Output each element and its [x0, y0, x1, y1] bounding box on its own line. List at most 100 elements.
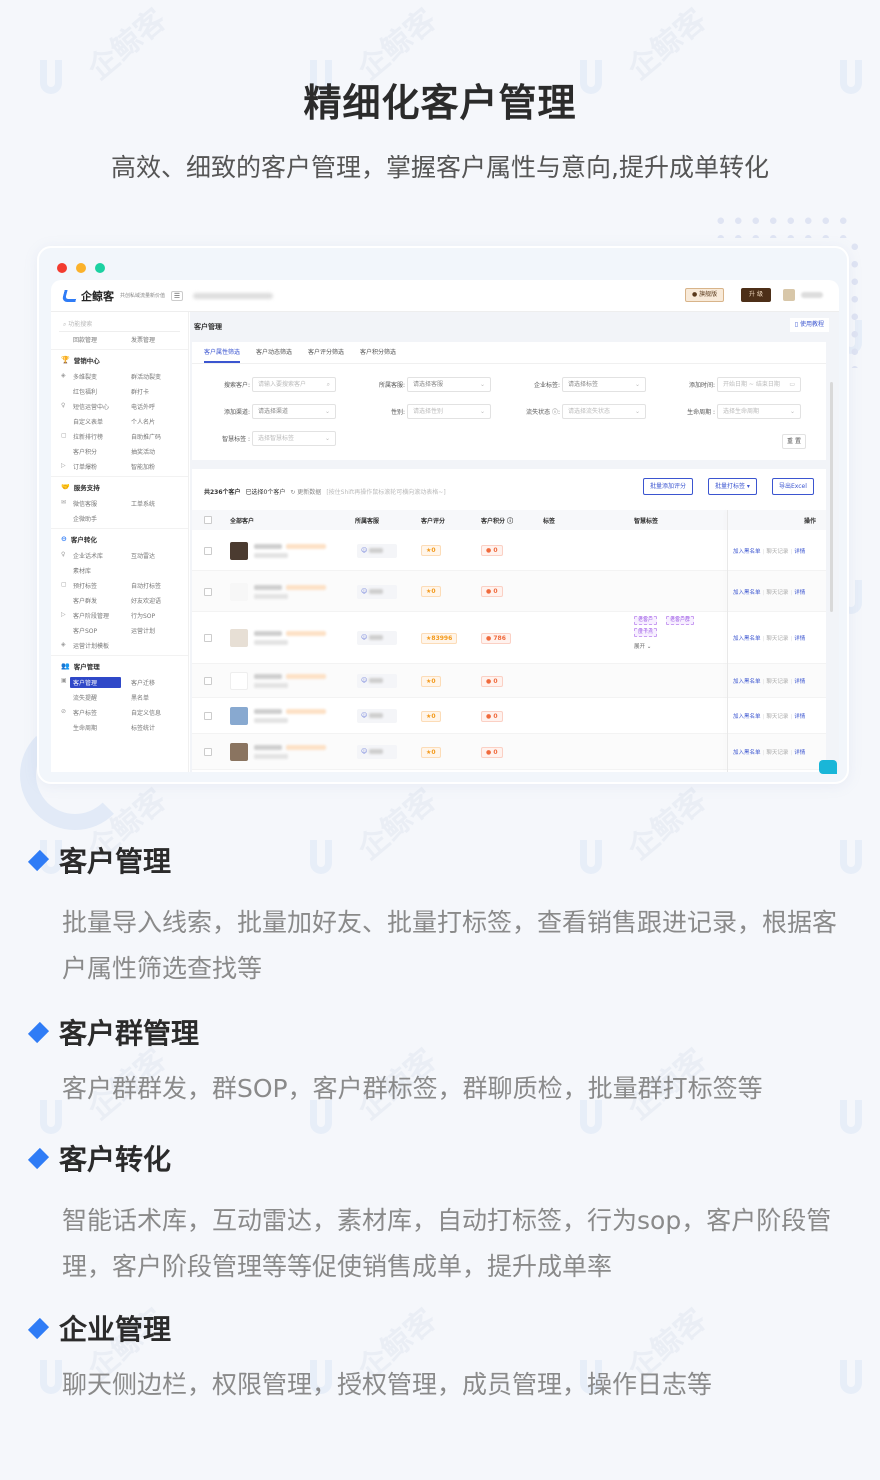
sidebar-item[interactable]: ▢ 拉新排行榜 — [51, 432, 121, 441]
add-blacklist-link[interactable]: 加入黑名单 — [733, 714, 761, 720]
user-avatar[interactable] — [783, 289, 795, 301]
sidebar-item[interactable]: 工单系统 — [121, 499, 181, 508]
window-maximize-dot[interactable] — [95, 263, 105, 273]
chat-record-link[interactable]: 聊天记录 — [766, 679, 788, 685]
customer-avatar[interactable] — [230, 672, 248, 690]
search-customer-input[interactable]: 请输入要搜索客户 ⌕ — [252, 377, 336, 392]
customer-name-blurred[interactable] — [254, 543, 282, 549]
table-row[interactable]: ☺ ★83996 ● 786 老客户 老客户群 度卡点 展开 ⌄ 加入黑名单 | 聊天记录 | 详情 — [192, 612, 826, 664]
sidebar-item[interactable]: 好友欢迎语 — [121, 596, 181, 605]
sidebar-item[interactable]: 客户SOP — [51, 626, 121, 635]
table-row[interactable]: ☺ ★0 ● 0 加入黑名单 | 聊天记录 | 详情 — [192, 734, 826, 770]
add-blacklist-link[interactable]: 加入黑名单 — [733, 679, 761, 685]
date-range-input[interactable]: 开始日期 ~ 结束日期 ▭ — [717, 377, 801, 392]
corp-tag-select[interactable]: 请选择标签 ⌄ — [562, 377, 646, 392]
lost-status-select[interactable]: 请选择流失状态 ⌄ — [562, 404, 646, 419]
sidebar-item[interactable]: 自定义信息 — [121, 708, 181, 717]
sidebar-item[interactable]: 生命周期 — [51, 723, 121, 732]
table-row[interactable]: ☺ ★0 ● 0 加入黑名单 | 聊天记录 | 详情 — [192, 698, 826, 734]
gender-select[interactable]: 请选择性别 ⌄ — [407, 404, 491, 419]
sidebar-item[interactable]: ✉ 微信客服 — [51, 499, 121, 508]
refresh-button[interactable]: ↻ 更新数据 — [290, 487, 321, 496]
sidebar-item[interactable]: 素材库 — [51, 566, 121, 575]
user-name-blurred[interactable] — [801, 292, 823, 298]
detail-link[interactable]: 详情 — [794, 549, 805, 555]
support-chat-icon[interactable] — [819, 760, 837, 774]
sidebar-item[interactable]: 自助推广码 — [121, 432, 181, 441]
tab-score-filter[interactable]: 客户评分筛选 — [308, 342, 344, 363]
row-checkbox[interactable] — [204, 677, 212, 685]
sidebar-item[interactable]: ▷ 客户阶段管理 — [51, 611, 121, 620]
window-minimize-dot[interactable] — [76, 263, 86, 273]
customer-name-blurred[interactable] — [254, 584, 282, 590]
row-checkbox[interactable] — [204, 546, 212, 555]
sidebar-item[interactable]: ▷ 订单爆粉 — [51, 462, 121, 471]
sidebar-item-active[interactable]: ▣ 客户管理 — [51, 677, 121, 688]
batch-score-button[interactable]: 批量添加评分 — [643, 478, 694, 495]
table-row[interactable]: ☺ ★0 ● 0 加入黑名单 | 聊天记录 | 详情 — [192, 664, 826, 698]
select-all-checkbox[interactable] — [204, 516, 212, 524]
sidebar-group-header[interactable]: 👥 客户管理 — [51, 655, 188, 675]
window-close-dot[interactable] — [57, 263, 67, 273]
reset-button[interactable]: 重 置 — [782, 434, 806, 449]
detail-link[interactable]: 详情 — [794, 636, 805, 642]
sidebar-item[interactable]: ⊘ 客户标签 — [51, 708, 121, 717]
sidebar-item[interactable]: 企微助手 — [51, 514, 121, 523]
sidebar-item[interactable]: 流失提醒 — [51, 693, 121, 702]
sidebar-group-header[interactable]: 🤝 服务支持 — [51, 476, 188, 496]
sidebar-item[interactable]: 客户迁移 — [121, 678, 181, 687]
col-owner[interactable]: 所属客服 — [355, 516, 379, 525]
row-checkbox[interactable] — [204, 748, 212, 756]
sidebar-item[interactable]: ♀ 企业话术库 — [51, 551, 121, 560]
row-checkbox[interactable] — [204, 712, 212, 720]
sidebar-group-header[interactable]: 🏆 营销中心 — [51, 349, 188, 369]
sidebar-item[interactable]: 电话外呼 — [121, 402, 181, 411]
customer-name-blurred[interactable] — [254, 631, 282, 636]
menu-toggle-icon[interactable]: ☰ — [171, 290, 184, 301]
sidebar-item[interactable]: 客户群发 — [51, 596, 121, 605]
sidebar-item[interactable]: ◈ 运营计划模板 — [51, 641, 121, 650]
sidebar-item[interactable]: 群打卡 — [121, 387, 181, 396]
expand-tags-button[interactable]: 展开 ⌄ — [634, 642, 651, 650]
add-blacklist-link[interactable]: 加入黑名单 — [733, 590, 761, 596]
sidebar-item[interactable]: 发票管理 — [121, 335, 181, 344]
sidebar-item[interactable]: ♀ 短信运营中心 — [51, 402, 121, 411]
export-excel-button[interactable]: 导出Excel — [772, 478, 814, 495]
detail-link[interactable]: 详情 — [794, 590, 805, 596]
customer-name-blurred[interactable] — [254, 745, 282, 750]
sidebar-item[interactable]: ◈ 多维裂变 — [51, 372, 121, 381]
sidebar-group-header[interactable]: ⊖ 客户转化 — [51, 528, 188, 548]
customer-name-blurred[interactable] — [254, 674, 282, 679]
sidebar-item[interactable]: 回款管理 — [51, 335, 121, 344]
detail-link[interactable]: 详情 — [794, 714, 805, 720]
sidebar-item[interactable]: 抽奖活动 — [121, 447, 181, 456]
chat-record-link[interactable]: 聊天记录 — [766, 590, 788, 596]
chat-record-link[interactable]: 聊天记录 — [766, 750, 788, 756]
detail-link[interactable]: 详情 — [794, 750, 805, 756]
sidebar-item[interactable]: 黑名单 — [121, 693, 181, 702]
sidebar-item[interactable]: 个人名片 — [121, 417, 181, 426]
tab-points-filter[interactable]: 客户积分筛选 — [360, 342, 396, 363]
tab-activity-filter[interactable]: 客户动态筛选 — [256, 342, 292, 363]
channel-select[interactable]: 请选择渠道 ⌄ — [252, 404, 336, 419]
customer-avatar[interactable] — [230, 582, 248, 601]
row-checkbox[interactable] — [204, 587, 212, 596]
chat-record-link[interactable]: 聊天记录 — [766, 636, 788, 642]
smart-tag-select[interactable]: 选择智慧标签 ⌄ — [252, 431, 336, 446]
sidebar-search-input[interactable]: ⌕ 功能搜索 — [59, 318, 180, 332]
add-blacklist-link[interactable]: 加入黑名单 — [733, 750, 761, 756]
sidebar-item[interactable]: 红包福利 — [51, 387, 121, 396]
add-blacklist-link[interactable]: 加入黑名单 — [733, 636, 761, 642]
batch-tag-button[interactable]: 批量打标签 ▾ — [708, 478, 757, 495]
vertical-scrollbar[interactable] — [830, 382, 833, 612]
chat-record-link[interactable]: 聊天记录 — [766, 714, 788, 720]
row-checkbox[interactable] — [204, 634, 212, 642]
logo[interactable]: 企鲸客 — [61, 288, 114, 304]
col-score[interactable]: 客户评分 — [421, 516, 445, 525]
upgrade-button[interactable]: 升 级 — [741, 288, 771, 302]
detail-link[interactable]: 详情 — [794, 679, 805, 685]
owner-select[interactable]: 请选择客服 ⌄ — [407, 377, 491, 392]
chat-record-link[interactable]: 聊天记录 — [766, 549, 788, 555]
tutorial-button[interactable]: ▯ 使用教程 — [789, 318, 829, 332]
tab-attribute-filter[interactable]: 客户属性筛选 — [204, 342, 241, 363]
